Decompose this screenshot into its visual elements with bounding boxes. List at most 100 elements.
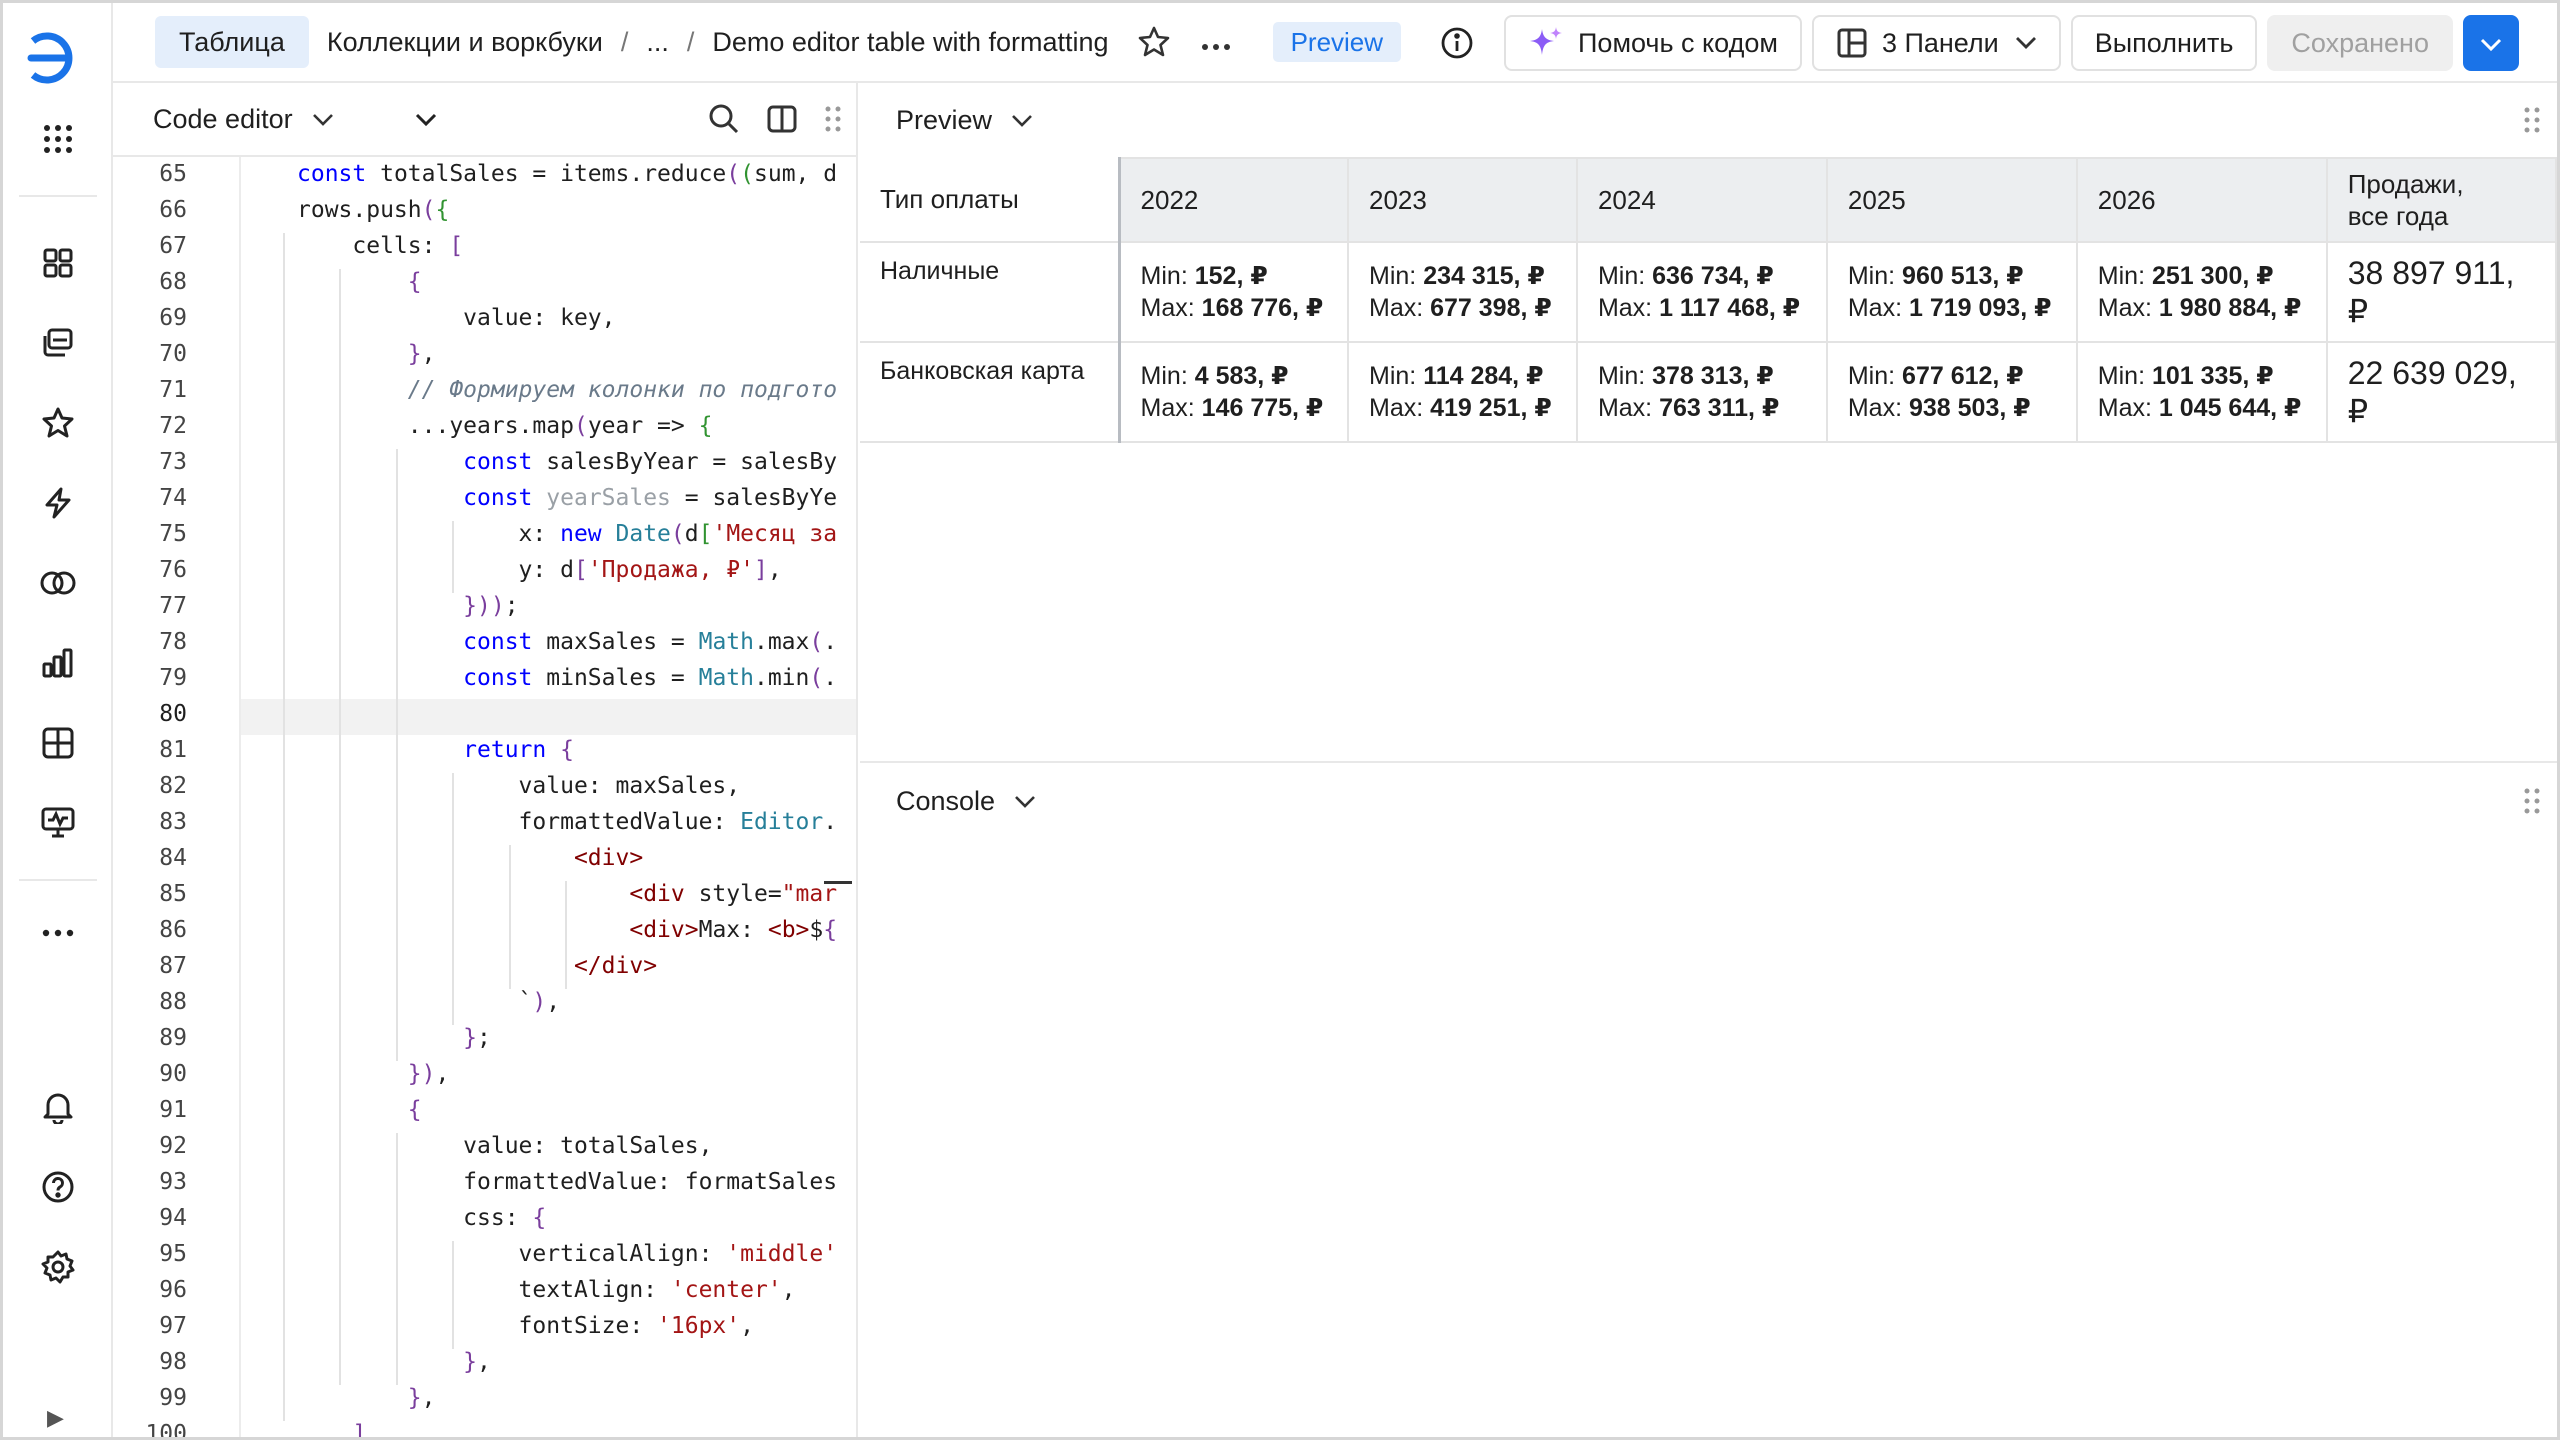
- datasets-icon[interactable]: [38, 563, 78, 603]
- code-line[interactable]: };: [297, 1025, 491, 1051]
- column-header[interactable]: Продажи, все года: [2325, 157, 2557, 243]
- flash-icon[interactable]: [38, 483, 78, 523]
- column-header[interactable]: 2024: [1575, 157, 1828, 243]
- search-icon[interactable]: [708, 103, 740, 135]
- year-sales-cell[interactable]: Min: 251 300, ₽ Max: 1 980 884, ₽: [2075, 241, 2328, 343]
- run-button[interactable]: Выполнить: [2070, 15, 2258, 71]
- code-line[interactable]: },: [297, 1385, 436, 1411]
- console-output[interactable]: [860, 837, 2557, 1437]
- code-editor-title[interactable]: Code editor: [153, 104, 293, 135]
- column-header[interactable]: 2022: [1118, 157, 1349, 243]
- code-line[interactable]: ]: [297, 1421, 366, 1437]
- year-sales-cell[interactable]: Min: 114 284, ₽ Max: 419 251, ₽: [1347, 341, 1578, 443]
- preview-title[interactable]: Preview: [896, 105, 992, 136]
- min-value: Min: 378 313, ₽: [1597, 362, 1774, 390]
- code-line[interactable]: }),: [297, 1061, 450, 1087]
- chevron-down-icon[interactable]: [1013, 789, 1037, 813]
- code-line[interactable]: cells: [: [297, 233, 463, 259]
- code-line[interactable]: formattedValue: formatSales: [297, 1169, 837, 1195]
- console-title[interactable]: Console: [896, 786, 995, 817]
- code-line[interactable]: x: new Date(d['Месяц за: [297, 521, 838, 547]
- editor-tools: [682, 103, 842, 135]
- logo-icon[interactable]: [27, 27, 89, 89]
- code-line[interactable]: {: [297, 269, 422, 295]
- more-actions-icon[interactable]: [1201, 25, 1231, 59]
- saved-button[interactable]: Сохранено: [2267, 15, 2453, 71]
- chevron-down-icon[interactable]: [311, 107, 335, 131]
- drag-handle-icon[interactable]: [824, 105, 842, 133]
- breadcrumb-table[interactable]: Таблица: [155, 16, 309, 68]
- year-sales-cell[interactable]: Min: 378 313, ₽ Max: 763 311, ₽: [1575, 341, 1828, 443]
- apps-grid-icon[interactable]: [38, 119, 78, 159]
- more-icon[interactable]: [38, 913, 78, 953]
- notifications-icon[interactable]: [38, 1087, 78, 1127]
- code-line[interactable]: ...years.map(year => {: [297, 413, 713, 439]
- code-line[interactable]: <div>: [297, 845, 643, 871]
- payment-type-cell[interactable]: Наличные: [860, 241, 1121, 343]
- year-sales-cell[interactable]: Min: 152, ₽ Max: 168 776, ₽: [1118, 241, 1349, 343]
- code-line[interactable]: css: {: [297, 1205, 546, 1231]
- dashboards-icon[interactable]: [38, 243, 78, 283]
- split-view-icon[interactable]: [766, 104, 798, 134]
- breadcrumb-ellipsis[interactable]: ...: [646, 27, 669, 58]
- code-line[interactable]: },: [297, 341, 436, 367]
- settings-icon[interactable]: [38, 1247, 78, 1287]
- code-line[interactable]: fontSize: '16px',: [297, 1313, 754, 1339]
- column-header[interactable]: 2025: [1825, 157, 2078, 243]
- code-line[interactable]: verticalAlign: 'middle': [297, 1241, 838, 1267]
- code-line[interactable]: y: d['Продажа, ₽'],: [297, 557, 782, 583]
- breadcrumb-collections[interactable]: Коллекции и воркбуки: [327, 27, 603, 58]
- code-line[interactable]: {: [297, 1097, 422, 1123]
- year-sales-cell[interactable]: Min: 101 335, ₽ Max: 1 045 644, ₽: [2075, 341, 2328, 443]
- panels-button[interactable]: 3 Панели: [1811, 15, 2061, 71]
- code-line[interactable]: value: key,: [297, 305, 615, 331]
- column-header[interactable]: 2023: [1347, 157, 1578, 243]
- code-line[interactable]: </div>: [297, 953, 657, 979]
- help-icon[interactable]: [38, 1167, 78, 1207]
- help-with-code-button[interactable]: Помочь с кодом: [1504, 15, 1802, 71]
- chevron-down-icon[interactable]: [1010, 108, 1034, 132]
- code-line[interactable]: textAlign: 'center',: [297, 1277, 796, 1303]
- collapse-icon[interactable]: ▶: [47, 1405, 64, 1431]
- code-line[interactable]: formattedValue: Editor.: [297, 809, 838, 835]
- code-line[interactable]: }));: [297, 593, 518, 619]
- year-sales-cell[interactable]: Min: 636 734, ₽ Max: 1 117 468, ₽: [1575, 241, 1828, 343]
- tables-icon[interactable]: [38, 723, 78, 763]
- rail-divider: [19, 195, 97, 197]
- code-line[interactable]: const minSales = Math.min(.: [297, 665, 837, 691]
- year-sales-cell[interactable]: Min: 4 583, ₽ Max: 146 775, ₽: [1118, 341, 1349, 443]
- save-options-button[interactable]: [2463, 15, 2519, 71]
- code-line[interactable]: `),: [297, 989, 561, 1015]
- favorites-icon[interactable]: [38, 403, 78, 443]
- year-sales-cell[interactable]: Min: 234 315, ₽ Max: 677 398, ₽: [1347, 241, 1578, 343]
- monitoring-icon[interactable]: [38, 803, 78, 843]
- charts-icon[interactable]: [38, 643, 78, 683]
- total-sales-cell[interactable]: 22 639 029, ₽: [2325, 341, 2557, 443]
- column-header[interactable]: 2026: [2075, 157, 2328, 243]
- drag-handle-icon[interactable]: [2523, 106, 2541, 134]
- payment-type-cell[interactable]: Банковская карта: [860, 341, 1121, 443]
- code-line[interactable]: const yearSales = salesByYe: [297, 485, 837, 511]
- code-editor[interactable]: 65 66 67 68 69 70 71 72 73 74 75 76 77 78 79 80 81 82 83 84…: [113, 157, 858, 1437]
- collections-icon[interactable]: [38, 323, 78, 363]
- code-line[interactable]: value: maxSales,: [297, 773, 741, 799]
- favorite-star-icon[interactable]: [1137, 25, 1171, 59]
- code-line[interactable]: <div>Max: <b>${: [297, 917, 837, 943]
- code-line[interactable]: const salesByYear = salesBy: [297, 449, 837, 475]
- code-area[interactable]: const totalSales = items.reduce((sum, d r…: [241, 157, 856, 1437]
- code-line[interactable]: // Формируем колонки по подгото: [297, 377, 837, 403]
- chevron-down-icon[interactable]: [414, 107, 438, 131]
- code-line[interactable]: value: totalSales,: [297, 1133, 712, 1159]
- drag-handle-icon[interactable]: [2523, 787, 2541, 815]
- code-line[interactable]: const totalSales = items.reduce((sum, d: [297, 161, 837, 187]
- total-sales-cell[interactable]: 38 897 911, ₽: [2325, 241, 2557, 343]
- code-line[interactable]: const maxSales = Math.max(.: [297, 629, 837, 655]
- code-line[interactable]: rows.push({: [297, 197, 449, 223]
- column-header[interactable]: Тип оплаты: [860, 158, 1121, 243]
- code-line[interactable]: <div style="mar: [297, 881, 837, 907]
- year-sales-cell[interactable]: Min: 677 612, ₽ Max: 938 503, ₽: [1825, 341, 2078, 443]
- code-line[interactable]: },: [297, 1349, 491, 1375]
- year-sales-cell[interactable]: Min: 960 513, ₽ Max: 1 719 093, ₽: [1825, 241, 2078, 343]
- panels-layout-icon: [1836, 27, 1868, 59]
- info-icon[interactable]: [1440, 26, 1474, 60]
